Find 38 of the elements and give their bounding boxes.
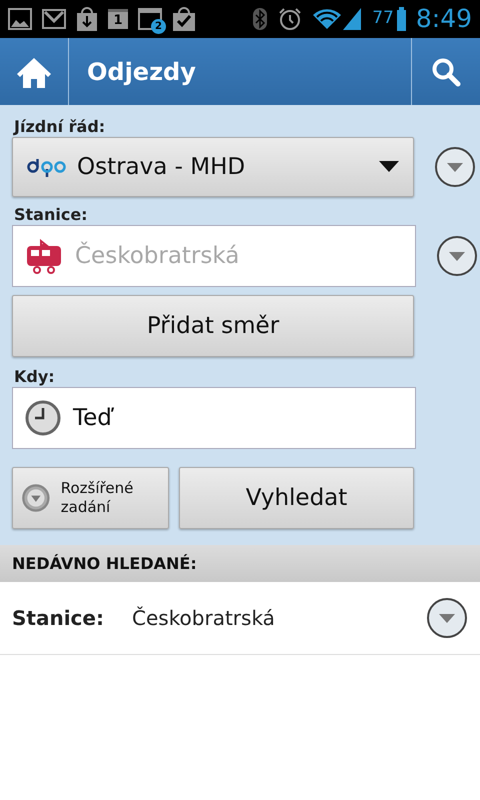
- chevron-circle-icon: [436, 235, 478, 277]
- clock-icon: [25, 400, 61, 436]
- bluetooth-icon: [252, 7, 268, 31]
- dpo-logo-icon: [27, 157, 67, 177]
- screen-title: Odjezdy: [86, 56, 196, 88]
- field-label: Jízdní řád:: [12, 117, 106, 137]
- advanced-search-button[interactable]: Rozšířené zadání: [12, 467, 169, 529]
- home-icon: [16, 56, 52, 88]
- recent-search-item[interactable]: Stanice: Českobratrská: [0, 582, 480, 655]
- dropdown-arrow-icon: [379, 161, 399, 173]
- search-submit-button[interactable]: Vyhledat: [179, 467, 414, 529]
- add-direction-button[interactable]: Přidat směr: [12, 295, 414, 357]
- item-label: Stanice:: [12, 605, 105, 632]
- battery-icon: [396, 7, 406, 31]
- signal-icon: [342, 7, 362, 31]
- field-label: Stanice:: [13, 205, 89, 225]
- calendar-icon: 1: [108, 9, 128, 29]
- time-field[interactable]: Teď: [12, 387, 416, 449]
- picture-icon: [8, 8, 32, 30]
- tram-icon: [25, 238, 63, 274]
- chevron-circle-icon: [434, 146, 476, 188]
- section-header: NEDÁVNO HLEDANÉ:: [0, 545, 480, 582]
- check-bag-icon: [172, 7, 196, 31]
- field-label: Kdy:: [13, 367, 56, 387]
- chevron-circle-icon: [426, 597, 468, 639]
- window-icon: [138, 8, 162, 30]
- mail-icon: [42, 9, 66, 29]
- item-value: Českobratrská: [132, 605, 276, 632]
- battery-level: 77: [372, 7, 394, 30]
- download-icon: [76, 7, 98, 31]
- alarm-icon: [278, 7, 302, 31]
- search-icon: [431, 56, 461, 86]
- clock-time: 8:49: [416, 3, 472, 36]
- expand-button[interactable]: [434, 146, 476, 188]
- notification-badge: 2: [151, 19, 166, 34]
- timetable-dropdown[interactable]: Ostrava - MHD: [12, 137, 414, 197]
- wifi-icon: [312, 7, 342, 31]
- expand-button[interactable]: [436, 235, 478, 277]
